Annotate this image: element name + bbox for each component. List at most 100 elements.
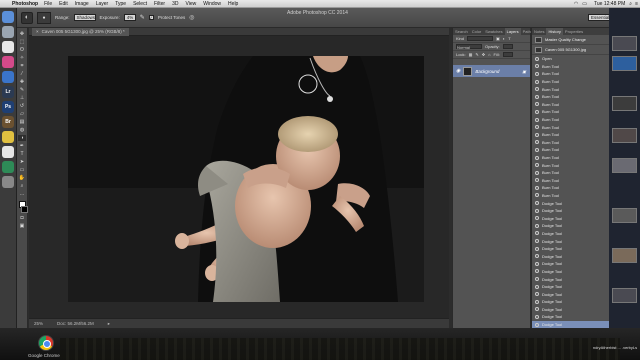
layer-lock-icon[interactable]: ▣ xyxy=(522,69,526,74)
burn-tool-icon[interactable]: ◑ xyxy=(18,135,26,141)
desktop-file-thumbnail[interactable] xyxy=(612,36,637,51)
range-select[interactable]: Shadows xyxy=(73,14,96,21)
menu-filter[interactable]: Filter xyxy=(154,1,165,7)
protect-tones-checkbox[interactable]: ✓ xyxy=(148,15,154,20)
mail-icon[interactable] xyxy=(2,71,14,83)
menu-help[interactable]: Help xyxy=(228,1,238,7)
filter-type-icon[interactable]: T xyxy=(508,36,510,41)
canvas-area[interactable] xyxy=(29,36,449,318)
menu-file[interactable]: File xyxy=(44,1,52,7)
history-state[interactable]: Burn Tool xyxy=(532,93,609,101)
history-state[interactable]: Dodge Tool xyxy=(532,222,609,230)
history-state[interactable]: Dodge Tool xyxy=(532,306,609,314)
move-tool-icon[interactable]: ✥ xyxy=(18,31,26,37)
blend-mode-select[interactable]: Normal xyxy=(456,44,482,50)
history-state[interactable]: Dodge Tool xyxy=(532,320,609,328)
itunes-icon[interactable] xyxy=(2,56,14,68)
tab-layers[interactable]: Layers xyxy=(504,28,521,35)
brush-tool-icon[interactable]: ✎ xyxy=(18,87,26,93)
layer-filter-select[interactable] xyxy=(467,36,494,41)
lasso-tool-icon[interactable]: ʘ xyxy=(18,47,26,53)
tab-swatches[interactable]: Swatches xyxy=(483,28,504,35)
menu-image[interactable]: Image xyxy=(75,1,89,7)
tab-color[interactable]: Color xyxy=(470,28,484,35)
filter-adjust-icon[interactable]: ◐ xyxy=(503,36,505,41)
more-tools-icon[interactable]: … xyxy=(18,191,26,197)
photo-canvas[interactable] xyxy=(68,56,424,302)
evernote-icon[interactable] xyxy=(2,161,14,173)
quick-mask-icon[interactable]: ◘ xyxy=(18,215,26,221)
calendar-icon[interactable] xyxy=(2,146,14,158)
crop-tool-icon[interactable]: ⌗ xyxy=(18,63,26,69)
background-color-swatch[interactable] xyxy=(20,206,28,213)
visibility-eye-icon[interactable]: ◉ xyxy=(456,68,460,74)
marquee-tool-icon[interactable]: ⬚ xyxy=(18,39,26,45)
menu-edit[interactable]: Edit xyxy=(59,1,68,7)
history-state[interactable]: Burn Tool xyxy=(532,161,609,169)
desktop-file-thumbnail[interactable] xyxy=(612,248,637,263)
lock-move-icon[interactable]: ✥ xyxy=(482,52,485,57)
history-state[interactable]: Burn Tool xyxy=(532,177,609,185)
zoom-tool-icon[interactable]: ⌕ xyxy=(18,183,26,189)
quick-select-tool-icon[interactable]: ✧ xyxy=(18,55,26,61)
path-select-tool-icon[interactable]: ➤ xyxy=(18,159,26,165)
history-state[interactable]: Dodge Tool xyxy=(532,230,609,238)
chrome-icon[interactable] xyxy=(38,335,54,351)
menu-view[interactable]: View xyxy=(186,1,197,7)
photoshop-icon[interactable]: Ps xyxy=(2,101,14,113)
history-state[interactable]: Burn Tool xyxy=(532,192,609,200)
eyedropper-tool-icon[interactable]: ⁄ xyxy=(18,71,26,77)
history-state[interactable]: Dodge Tool xyxy=(532,275,609,283)
history-state[interactable]: Open xyxy=(532,55,609,63)
history-state[interactable]: Burn Tool xyxy=(532,131,609,139)
history-state[interactable]: Burn Tool xyxy=(532,101,609,109)
history-state[interactable]: Burn Tool xyxy=(532,78,609,86)
blur-tool-icon[interactable]: ◍ xyxy=(18,127,26,133)
filter-kind-label[interactable]: Kind xyxy=(456,36,464,41)
notes-icon[interactable] xyxy=(2,131,14,143)
history-state[interactable]: Burn Tool xyxy=(532,139,609,147)
airbrush-icon[interactable]: ✎ xyxy=(140,14,145,21)
menu-3d[interactable]: 3D xyxy=(172,1,178,7)
desktop-file-thumbnail[interactable] xyxy=(612,128,637,143)
history-state[interactable]: Burn Tool xyxy=(532,169,609,177)
tool-preset-picker[interactable]: ◐ xyxy=(21,11,33,24)
healing-brush-tool-icon[interactable]: ✚ xyxy=(18,79,26,85)
menu-type[interactable]: Type xyxy=(115,1,126,7)
type-tool-icon[interactable]: T xyxy=(18,151,26,157)
history-state[interactable]: Burn Tool xyxy=(532,116,609,124)
history-state[interactable]: Burn Tool xyxy=(532,123,609,131)
opacity-input[interactable] xyxy=(502,44,513,49)
desktop-file-thumbnail[interactable] xyxy=(612,208,637,223)
history-state[interactable]: Burn Tool xyxy=(532,146,609,154)
bridge-icon[interactable]: Br xyxy=(2,116,14,128)
history-snapshot[interactable]: Caven 005 5G1300.jpg xyxy=(532,45,609,55)
history-state[interactable]: Dodge Tool xyxy=(532,268,609,276)
filter-image-icon[interactable]: ▣ xyxy=(496,36,500,41)
fill-input[interactable] xyxy=(502,52,513,57)
history-state[interactable]: Burn Tool xyxy=(532,108,609,116)
history-state[interactable]: Dodge Tool xyxy=(532,207,609,215)
history-state[interactable]: Burn Tool xyxy=(532,154,609,162)
history-state[interactable]: Dodge Tool xyxy=(532,283,609,291)
lock-all-icon[interactable]: ⌂ xyxy=(488,52,490,57)
tab-search[interactable]: Search xyxy=(453,28,470,35)
history-state[interactable]: Dodge Tool xyxy=(532,313,609,321)
pressure-icon[interactable]: ◎ xyxy=(189,14,194,21)
menu-layer[interactable]: Layer xyxy=(96,1,109,7)
lock-pixels-icon[interactable]: ▦ xyxy=(469,52,473,57)
layer-background[interactable]: ◉ Background ▣ xyxy=(453,65,530,77)
pen-tool-icon[interactable]: ✒ xyxy=(18,143,26,149)
tab-history[interactable]: History xyxy=(546,28,563,35)
battery-icon[interactable]: ▭ xyxy=(582,1,587,7)
desktop-file-thumbnail[interactable] xyxy=(612,96,637,111)
wifi-icon[interactable]: ◠ xyxy=(574,1,578,7)
clock[interactable]: Tue 12:48 PM xyxy=(594,1,625,7)
brush-preset-picker[interactable]: ● xyxy=(37,11,51,24)
menu-select[interactable]: Select xyxy=(133,1,147,7)
lock-paint-icon[interactable]: ✎ xyxy=(475,52,478,57)
history-state[interactable]: Dodge Tool xyxy=(532,290,609,298)
status-zoom[interactable]: 25% xyxy=(34,321,43,326)
document-tab[interactable]: × Caven 005 5G1300.jpg @ 25% (RGB/8) * xyxy=(32,27,129,36)
trash-icon[interactable] xyxy=(2,176,14,188)
